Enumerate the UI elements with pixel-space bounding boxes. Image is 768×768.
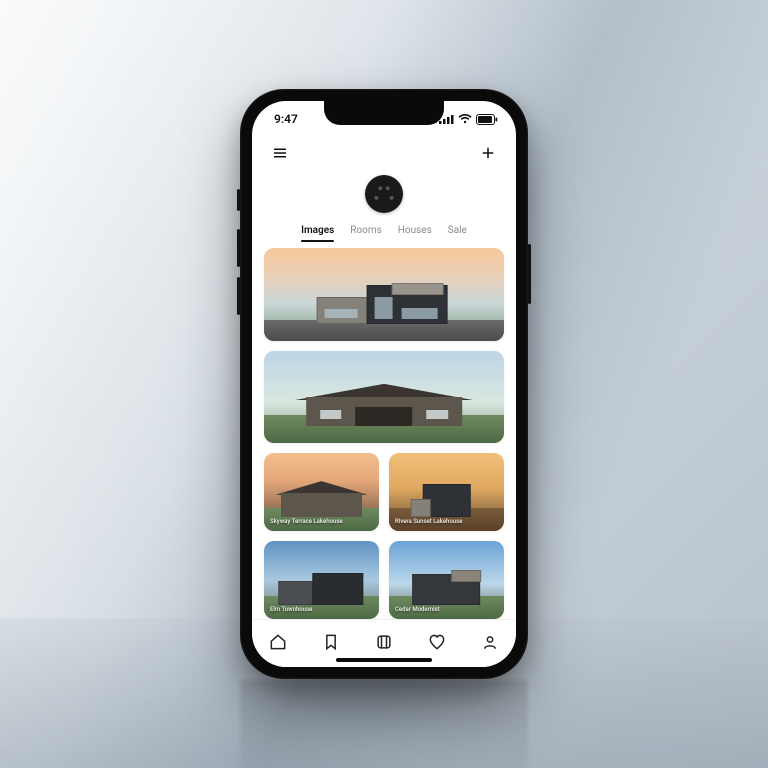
tab-houses[interactable]: Houses [398,223,432,240]
bookmark-icon [321,632,341,652]
status-time: 9:47 [274,112,298,126]
feed-grid: Skyway Terrace Lakehouse Rivera Sunset L… [264,453,504,619]
mute-switch [237,189,240,211]
tab-label: Sale [448,225,467,236]
tile-caption: Rivera Sunset Lakehouse [395,518,462,526]
tab-label: Houses [398,225,432,236]
status-icons [439,114,498,125]
home-icon [268,632,288,652]
nav-home[interactable] [265,629,291,655]
phone-reflection [240,680,528,768]
heart-icon [427,632,447,652]
wifi-icon [458,114,472,124]
menu-button[interactable] [268,141,292,165]
grid-icon [374,632,394,652]
tab-label: Rooms [350,225,382,236]
power-button [528,244,531,304]
house-illustration [295,384,473,427]
tile-caption: Elm Townhouse [270,606,312,614]
tab-images[interactable]: Images [301,223,334,240]
profile-row [252,173,516,223]
home-indicator [336,658,432,662]
phone-screen: 9:47 [252,101,516,667]
feed-hero-card[interactable] [264,351,504,444]
tab-label: Images [301,225,334,236]
user-icon [480,632,500,652]
nav-browse[interactable] [318,629,344,655]
phone-frame: 9:47 [240,89,528,679]
feed-tile[interactable]: Skyway Terrace Lakehouse [264,453,379,531]
profile-avatar[interactable] [365,175,403,213]
notch [324,101,444,125]
tile-caption: Cedar Modernist [395,606,440,614]
feed: Skyway Terrace Lakehouse Rivera Sunset L… [252,248,516,619]
volume-down [237,277,240,315]
battery-icon [476,114,498,125]
feed-hero-card[interactable] [264,248,504,341]
tab-sale[interactable]: Sale [448,223,467,240]
volume-up [237,229,240,267]
tile-caption: Skyway Terrace Lakehouse [270,518,343,526]
add-button[interactable] [476,141,500,165]
app-header [252,137,516,173]
feed-tile[interactable]: Rivera Sunset Lakehouse [389,453,504,531]
nav-favorites[interactable] [424,629,450,655]
nav-saved[interactable] [371,629,397,655]
nav-profile[interactable] [477,629,503,655]
hamburger-icon [271,144,289,162]
plus-icon [479,144,497,162]
house-illustration [310,276,459,324]
feed-tile[interactable]: Cedar Modernist [389,541,504,619]
category-tabs: Images Rooms Houses Sale [252,223,516,248]
feed-tile[interactable]: Elm Townhouse [264,541,379,619]
tab-rooms[interactable]: Rooms [350,223,382,240]
